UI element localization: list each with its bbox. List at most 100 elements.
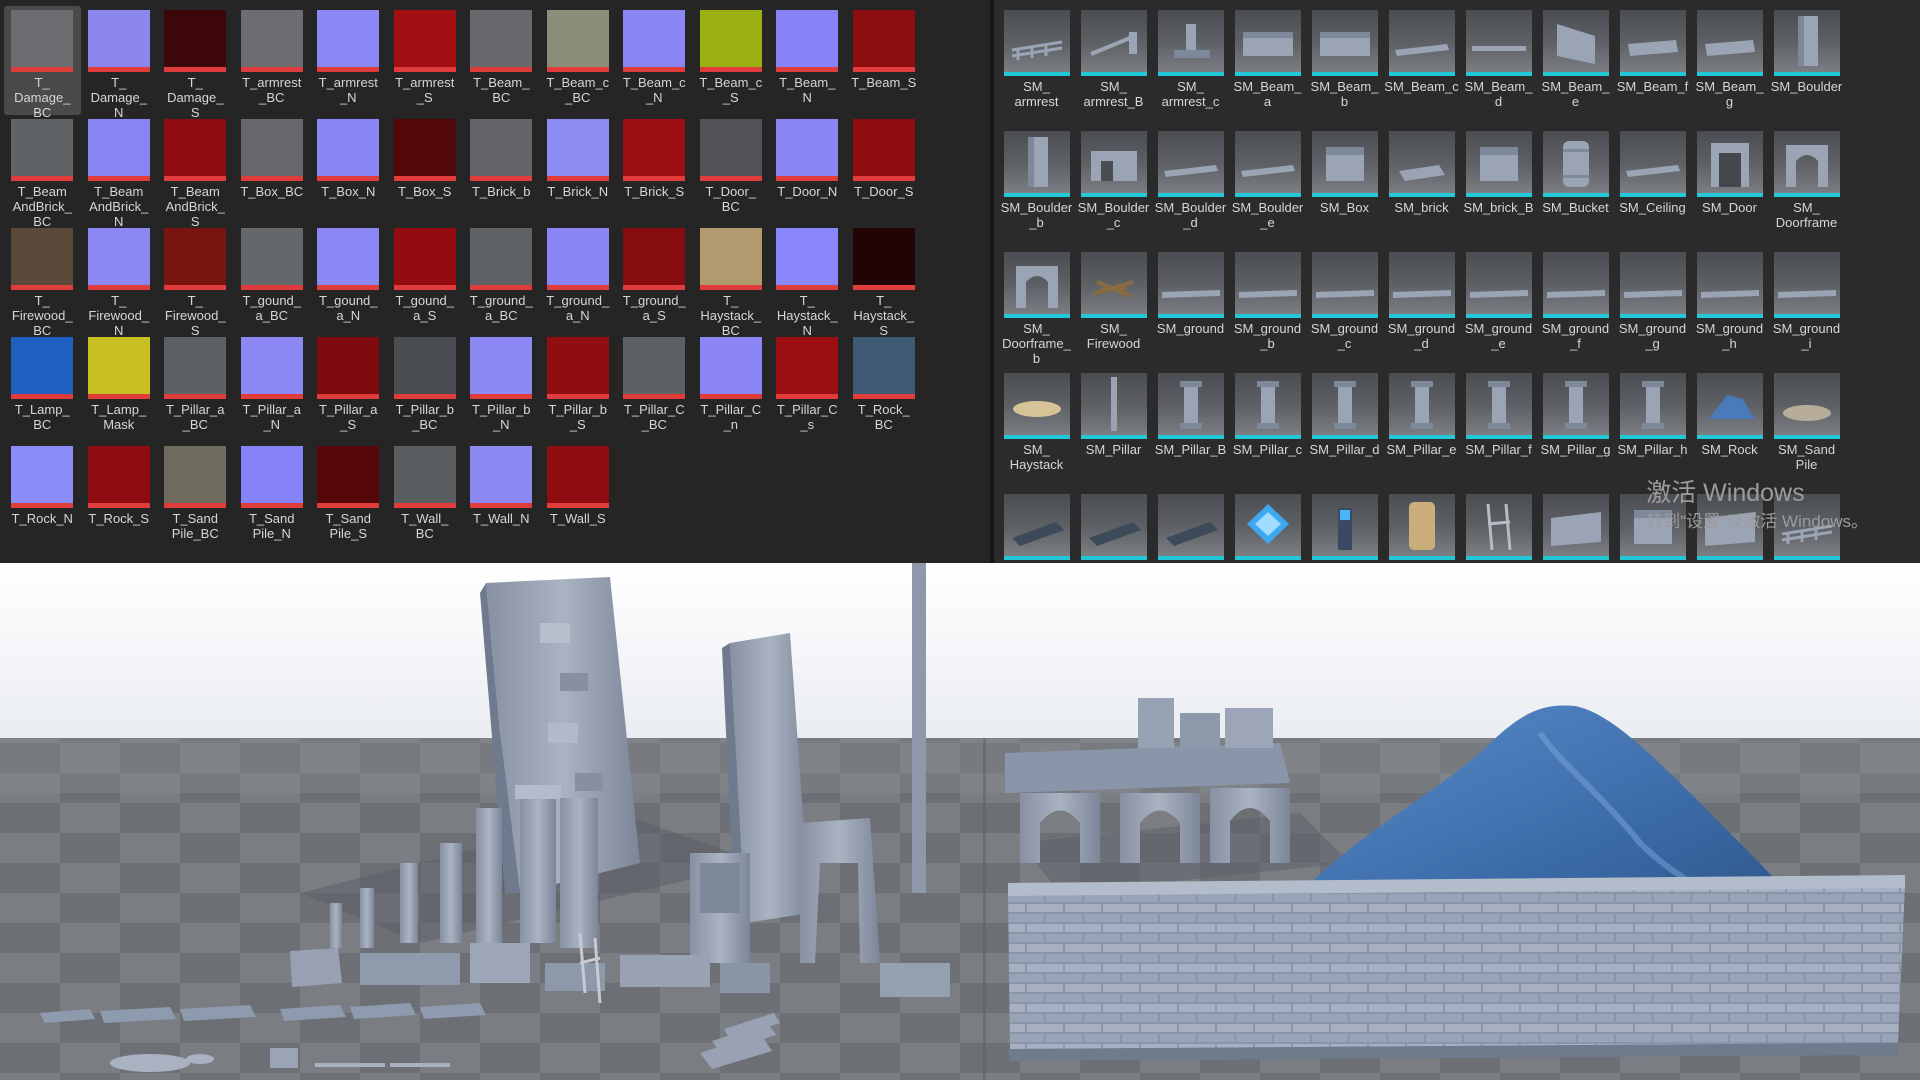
texture-asset-tile[interactable]: T_armrest _BC (234, 6, 311, 115)
texture-asset-tile[interactable]: T_Box_BC (234, 115, 311, 224)
texture-asset-tile[interactable]: T_ Firewood_ N (81, 224, 158, 338)
mesh-asset-tile[interactable]: SM_brick_B (1460, 127, 1537, 248)
texture-asset-tile[interactable]: T_ground_ a_BC (463, 224, 540, 333)
texture-asset-tile[interactable]: T_Pillar_a _S (310, 333, 387, 442)
texture-asset-tile[interactable]: T_ Haystack_ S (846, 224, 923, 338)
texture-asset-tile[interactable]: T_Rock_ BC (846, 333, 923, 442)
mesh-asset-tile[interactable]: SM_ground _c (1306, 248, 1383, 369)
mesh-asset-tile[interactable]: SM_ground _i (1768, 248, 1845, 369)
texture-asset-tile[interactable]: T_Pillar_C _n (693, 333, 770, 442)
mesh-asset-tile[interactable]: SM_Beam_f (1614, 6, 1691, 127)
mesh-asset-tile[interactable]: SM_Rock (1691, 369, 1768, 490)
texture-asset-tile[interactable]: T_gound_ a_S (387, 224, 464, 333)
texture-asset-tile[interactable]: T_ground_ a_N (540, 224, 617, 333)
mesh-asset-tile[interactable]: SM_Bucket (1537, 127, 1614, 248)
mesh-asset-tile[interactable]: SM_Pillar_f (1460, 369, 1537, 490)
texture-asset-tile[interactable]: T_ Damage_ N (81, 6, 158, 120)
texture-asset-tile[interactable]: T_Lamp_ BC (4, 333, 81, 442)
mesh-asset-tile[interactable]: SM_ Firewood (1075, 248, 1152, 369)
mesh-asset-tile[interactable]: SM_ground _b (1229, 248, 1306, 369)
mesh-asset-tile[interactable]: SM_Pillar_g (1537, 369, 1614, 490)
mesh-asset-tile[interactable]: SM_Pillar_e (1383, 369, 1460, 490)
texture-asset-tile[interactable]: T_Beam_ N (769, 6, 846, 115)
texture-asset-tile[interactable]: T_Pillar_b _S (540, 333, 617, 442)
texture-asset-tile[interactable]: T_armrest _S (387, 6, 464, 115)
texture-asset-tile[interactable]: T_Pillar_C _s (769, 333, 846, 442)
mesh-asset-tile[interactable]: SM_Ceiling (1614, 127, 1691, 248)
texture-asset-tile[interactable]: T_Wall_S (540, 442, 617, 551)
texture-asset-tile[interactable]: T_Beam AndBrick_ BC (4, 115, 81, 229)
mesh-asset-tile[interactable]: SM_ armrest_B (1075, 6, 1152, 127)
level-viewport[interactable] (0, 563, 1920, 1080)
texture-asset-tile[interactable]: T_Wall_ BC (387, 442, 464, 551)
texture-asset-tile[interactable]: T_Beam AndBrick_ N (81, 115, 158, 229)
mesh-asset-tile[interactable]: SM_Pillar_d (1306, 369, 1383, 490)
texture-asset-tile[interactable]: T_ Firewood_ BC (4, 224, 81, 338)
texture-asset-tile[interactable]: T_Rock_N (4, 442, 81, 551)
texture-asset-tile[interactable]: T_ Haystack_ BC (693, 224, 770, 338)
texture-asset-tile[interactable]: T_gound_ a_BC (234, 224, 311, 333)
mesh-asset-tile[interactable]: SM_Sand Pile (1768, 369, 1845, 490)
mesh-asset-tile[interactable]: SM_Boulder _b (998, 127, 1075, 248)
texture-asset-tile[interactable]: T_Rock_S (81, 442, 158, 551)
mesh-asset-tile[interactable]: SM_stair_c (1152, 490, 1229, 563)
texture-asset-tile[interactable]: T_Sand Pile_BC (157, 442, 234, 551)
mesh-asset-tile[interactable]: SM_Stone_ lamp (1229, 490, 1306, 563)
texture-asset-tile[interactable]: T_ Haystack_ N (769, 224, 846, 338)
mesh-asset-tile[interactable]: SM_Beam_e (1537, 6, 1614, 127)
texture-asset-tile[interactable]: T_Beam_c _S (693, 6, 770, 115)
texture-asset-tile[interactable]: T_gound_ a_N (310, 224, 387, 333)
texture-asset-tile[interactable]: T_Wall_N (463, 442, 540, 551)
texture-asset-tile[interactable]: T_Lamp_ Mask (81, 333, 158, 442)
mesh-asset-tile[interactable]: SM_stair_b (1075, 490, 1152, 563)
mesh-asset-tile[interactable]: SM_Pillar (1075, 369, 1152, 490)
mesh-asset-tile[interactable]: SM_ground _g (1614, 248, 1691, 369)
mesh-asset-tile[interactable]: SM_ground _f (1537, 248, 1614, 369)
mesh-asset-tile[interactable]: SM_ Haystack (998, 369, 1075, 490)
mesh-asset-tile[interactable]: SM_Pillar_B (1152, 369, 1229, 490)
texture-asset-tile[interactable]: T_Brick_N (540, 115, 617, 224)
texture-asset-tile[interactable]: T_ground_ a_S (616, 224, 693, 333)
mesh-asset-tile[interactable] (1537, 490, 1614, 563)
texture-asset-tile[interactable]: T_Box_S (387, 115, 464, 224)
texture-asset-tile[interactable]: T_Door_N (769, 115, 846, 224)
mesh-asset-tile[interactable]: SM_Beam_c (1383, 6, 1460, 127)
texture-asset-tile[interactable]: T_Beam_ BC (463, 6, 540, 115)
mesh-asset-tile[interactable]: SM_Boulder _e (1229, 127, 1306, 248)
mesh-asset-tile[interactable]: SM_Door (1691, 127, 1768, 248)
mesh-asset-tile[interactable]: SM_ground (1152, 248, 1229, 369)
mesh-asset-tile[interactable] (1306, 490, 1383, 563)
mesh-asset-tile[interactable]: SM_stair (998, 490, 1075, 563)
mesh-asset-tile[interactable]: SM_Boulder _d (1152, 127, 1229, 248)
texture-asset-tile[interactable]: T_Pillar_C _BC (616, 333, 693, 442)
mesh-asset-tile[interactable] (1383, 490, 1460, 563)
mesh-asset-tile[interactable]: SM_Pillar_c (1229, 369, 1306, 490)
texture-asset-tile[interactable]: T_ Firewood_ S (157, 224, 234, 338)
texture-asset-tile[interactable]: T_ Damage_ BC (4, 6, 81, 120)
texture-asset-tile[interactable]: T_Beam_S (846, 6, 923, 115)
texture-asset-tile[interactable]: T_Door_ BC (693, 115, 770, 224)
texture-asset-tile[interactable]: T_Pillar_a _BC (157, 333, 234, 442)
mesh-asset-tile[interactable]: SM_ Doorframe (1768, 127, 1845, 248)
mesh-asset-tile[interactable]: SM_Beam_b (1306, 6, 1383, 127)
mesh-asset-tile[interactable]: SM_Box (1306, 127, 1383, 248)
mesh-asset-tile[interactable]: SM_brick (1383, 127, 1460, 248)
mesh-asset-tile[interactable]: SM_ground _e (1460, 248, 1537, 369)
mesh-asset-tile[interactable]: SM_ Doorframe_ b (998, 248, 1075, 369)
texture-asset-tile[interactable]: T_Pillar_b _N (463, 333, 540, 442)
mesh-asset-tile[interactable]: SM_Boulder _c (1075, 127, 1152, 248)
mesh-asset-tile[interactable]: SM_Beam_a (1229, 6, 1306, 127)
mesh-asset-tile[interactable]: SM_Boulder (1768, 6, 1845, 127)
texture-asset-tile[interactable]: T_Sand Pile_S (310, 442, 387, 551)
texture-asset-tile[interactable]: T_Beam AndBrick_ S (157, 115, 234, 229)
mesh-asset-tile[interactable]: SM_Pillar_h (1614, 369, 1691, 490)
texture-asset-tile[interactable]: T_Beam_c _BC (540, 6, 617, 115)
texture-asset-tile[interactable]: T_Beam_c _N (616, 6, 693, 115)
texture-asset-tile[interactable]: T_Pillar_b _BC (387, 333, 464, 442)
mesh-asset-tile[interactable]: SM_ armrest_c (1152, 6, 1229, 127)
texture-asset-tile[interactable]: T_Box_N (310, 115, 387, 224)
mesh-asset-tile[interactable]: SM_Beam_g (1691, 6, 1768, 127)
mesh-asset-tile[interactable]: SM_ armrest (998, 6, 1075, 127)
texture-asset-tile[interactable]: T_Sand Pile_N (234, 442, 311, 551)
texture-asset-tile[interactable]: T_Door_S (846, 115, 923, 224)
